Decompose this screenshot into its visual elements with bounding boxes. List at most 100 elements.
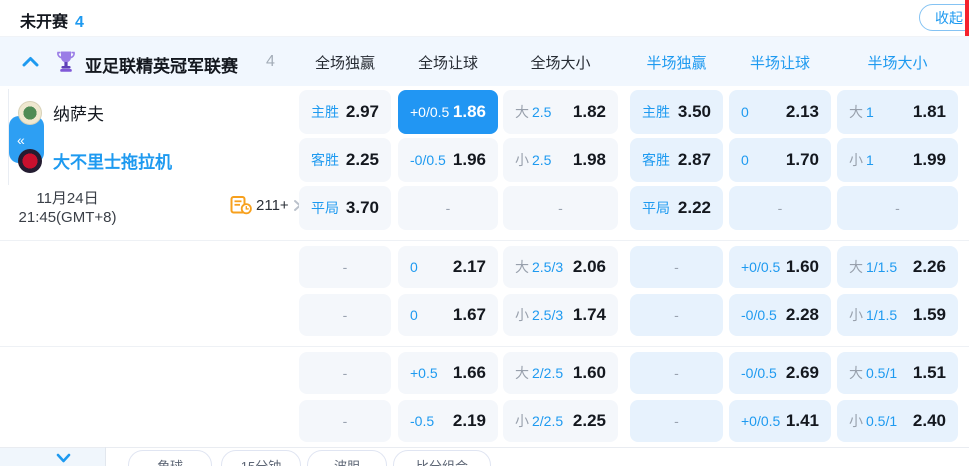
odds-cell[interactable]: 小 0.5/1 2.40 (837, 400, 958, 442)
odds-cell[interactable]: 小 2.5 1.98 (503, 138, 618, 182)
odds-cell[interactable]: -0/0.5 2.28 (729, 294, 831, 336)
odds-cell[interactable]: 小 1 1.99 (837, 138, 958, 182)
odds-cell-empty: - (299, 400, 391, 442)
market-filter-pill-2[interactable]: 波胆 (307, 450, 387, 466)
odds-label: 客胜 (642, 150, 670, 170)
odds-cell[interactable]: 大 1/1.5 2.26 (837, 246, 958, 288)
odds-value: 1.86 (452, 102, 486, 121)
market-filter-pill-3[interactable]: 比分组合 (393, 450, 491, 466)
market-filter-pill-0[interactable]: 角球 (128, 450, 212, 466)
odds-value: 2.19 (452, 411, 486, 430)
odds-label: -0.5 (410, 413, 434, 429)
scroll-indicator-strip (965, 0, 969, 36)
odds-label: 平局 (311, 198, 339, 218)
odds-label-prefix: 小 (849, 307, 863, 323)
odds-cell[interactable]: 客胜 2.87 (630, 138, 723, 182)
odds-cell[interactable]: 小 2.5/3 1.74 (503, 294, 618, 336)
odds-label-text: 1 (866, 104, 874, 120)
away-team-name: 大不里士拖拉机 (53, 153, 172, 172)
odds-cell-empty: - (729, 186, 831, 230)
odds-label-text: 0 (741, 104, 749, 120)
odds-value: 2.69 (785, 363, 819, 382)
odds-cell[interactable]: 小 2/2.5 2.25 (503, 400, 618, 442)
odds-value: 2.28 (785, 305, 819, 324)
odds-label-text: 2/2.5 (532, 413, 564, 429)
odds-cell-empty: - (398, 186, 498, 230)
odds-cell-empty: - (630, 400, 723, 442)
status-heading: 未开赛 4 (20, 8, 84, 32)
odds-cell-empty: - (299, 246, 391, 288)
odds-cell[interactable]: 大 2.5 1.82 (503, 90, 618, 134)
divider (0, 346, 969, 347)
odds-label: +0/0.5 (741, 259, 780, 275)
odds-label-text: 0 (741, 152, 749, 168)
odds-cell-selected[interactable]: +0/0.5 1.86 (398, 90, 498, 134)
empty-odds-placeholder: - (674, 259, 679, 275)
odds-label-text: 主胜 (311, 104, 339, 120)
odds-label-text: +0.5 (410, 365, 438, 381)
odds-cell[interactable]: -0/0.5 2.69 (729, 352, 831, 394)
odds-label-text: 客胜 (311, 152, 339, 168)
odds-cell[interactable]: +0.5 1.66 (398, 352, 498, 394)
odds-cell[interactable]: -0/0.5 1.96 (398, 138, 498, 182)
odds-label: -0/0.5 (410, 152, 446, 168)
odds-value: 1.67 (452, 305, 486, 324)
empty-odds-placeholder: - (674, 307, 679, 323)
odds-label: 小 2.5/3 (515, 305, 563, 325)
away-team-row[interactable]: 大不里士拖拉机 (18, 148, 172, 173)
odds-cell[interactable]: 大 0.5/1 1.51 (837, 352, 958, 394)
collapse-all-button-label: 收起 (935, 9, 963, 26)
odds-label: 小1 (849, 150, 874, 170)
odds-cell[interactable]: 平局 2.22 (630, 186, 723, 230)
empty-odds-placeholder: - (342, 365, 348, 381)
empty-odds-placeholder: - (895, 200, 900, 216)
odds-label-text: 1/1.5 (866, 307, 898, 323)
odds-label: 大 0.5/1 (849, 363, 897, 383)
empty-odds-placeholder: - (342, 307, 348, 323)
odds-cell[interactable]: 0 1.67 (398, 294, 498, 336)
odds-cell[interactable]: +0/0.5 1.41 (729, 400, 831, 442)
odds-value: 1.81 (912, 102, 946, 121)
odds-value: 1.60 (572, 363, 606, 382)
odds-label-prefix: 大 (515, 104, 529, 120)
odds-cell[interactable]: 大 2.5/3 2.06 (503, 246, 618, 288)
odds-cell[interactable]: 大 2/2.5 1.60 (503, 352, 618, 394)
empty-odds-placeholder: - (674, 413, 679, 429)
more-markets-link[interactable]: 211+ (230, 195, 302, 215)
odds-cell[interactable]: 客胜 2.25 (299, 138, 391, 182)
odds-value: 2.17 (452, 257, 486, 276)
odds-label-text: 0 (410, 259, 418, 275)
column-header-2: 全场大小 (530, 55, 591, 72)
collapse-all-button[interactable]: 收起 (919, 4, 969, 31)
odds-cell-empty: - (630, 246, 723, 288)
markets-list-icon (230, 196, 252, 215)
odds-cell[interactable]: +0/0.5 1.60 (729, 246, 831, 288)
home-team-row[interactable]: 纳萨夫 (18, 100, 104, 125)
odds-label: 小 0.5/1 (849, 411, 897, 431)
odds-cell[interactable]: 0 2.13 (729, 90, 831, 134)
chevron-up-icon[interactable] (22, 56, 39, 67)
odds-label: 平局 (642, 198, 670, 218)
odds-cell[interactable]: 小 1/1.5 1.59 (837, 294, 958, 336)
odds-cell[interactable]: 0 2.17 (398, 246, 498, 288)
odds-value: 1.59 (912, 305, 946, 324)
divider (105, 447, 106, 466)
odds-cell[interactable]: 0 1.70 (729, 138, 831, 182)
odds-label: 小 2.5 (515, 150, 551, 170)
odds-value: 1.66 (452, 363, 486, 382)
away-team-logo (18, 148, 42, 173)
market-filter-pill-1[interactable]: 15分钟 (221, 450, 301, 466)
empty-odds-placeholder: - (342, 413, 348, 429)
odds-cell[interactable]: 主胜 3.50 (630, 90, 723, 134)
chevron-down-icon[interactable] (56, 453, 71, 463)
odds-value: 2.87 (677, 150, 711, 169)
column-header-0: 全场独赢 (314, 55, 375, 72)
odds-label-text: 2.5/3 (532, 259, 564, 275)
odds-cell[interactable]: -0.5 2.19 (398, 400, 498, 442)
odds-cell[interactable]: 平局 3.70 (299, 186, 391, 230)
odds-cell-empty: - (299, 352, 391, 394)
odds-cell[interactable]: 主胜 2.97 (299, 90, 391, 134)
more-markets-count: 211+ (256, 196, 289, 214)
odds-label-text: 0.5/1 (866, 413, 898, 429)
odds-cell[interactable]: 大 1 1.81 (837, 90, 958, 134)
